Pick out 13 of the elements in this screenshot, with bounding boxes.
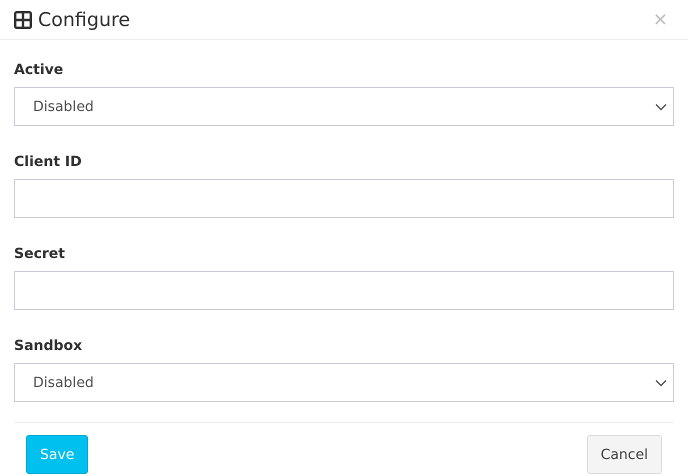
select-field[interactable]: Disabled (14, 363, 674, 402)
field-label: Sandbox (14, 338, 84, 354)
field-label: Active (14, 62, 64, 78)
grid-icon (14, 10, 32, 28)
input-field[interactable] (14, 179, 674, 218)
field-label: Secret (14, 246, 66, 262)
input-field[interactable] (14, 271, 674, 310)
caret-icon (655, 378, 667, 386)
field-label: Client ID (14, 154, 83, 170)
caret-icon (655, 102, 667, 110)
cancel-button[interactable]: Cancel (586, 435, 662, 474)
dialog-title: Configure (38, 8, 132, 30)
select-field[interactable]: Disabled (14, 87, 674, 126)
